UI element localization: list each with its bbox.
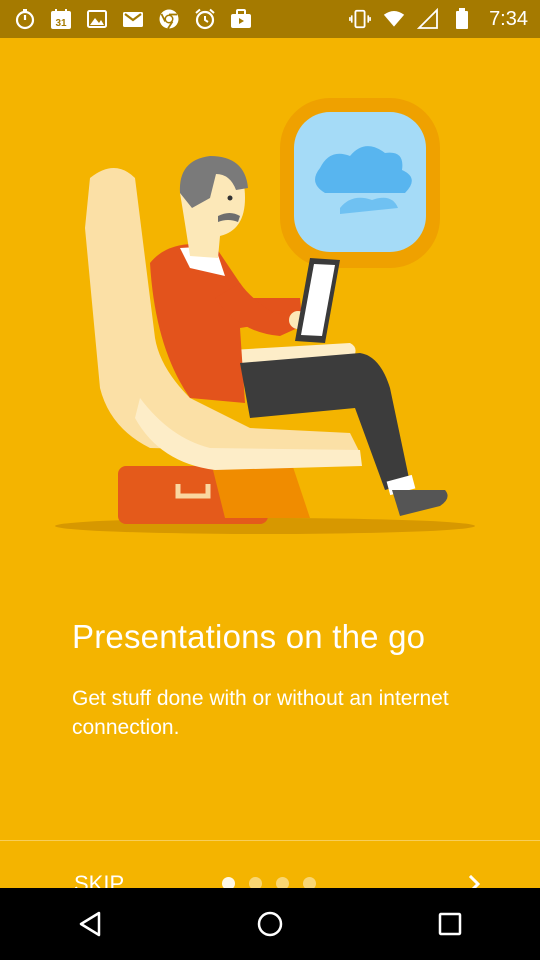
home-button[interactable]	[230, 888, 310, 960]
alarm-icon	[194, 8, 216, 30]
back-button[interactable]	[50, 888, 130, 960]
briefcase-icon	[230, 8, 252, 30]
home-icon	[257, 911, 283, 937]
battery-icon	[451, 8, 473, 30]
navigation-bar	[0, 888, 540, 960]
calendar-icon: 31	[50, 8, 72, 30]
onboarding-page: Presentations on the go Get stuff done w…	[0, 38, 540, 896]
back-icon	[79, 911, 101, 937]
airplane-traveler-illustration	[55, 98, 475, 534]
status-time: 7:34	[489, 7, 528, 30]
chrome-icon	[158, 8, 180, 30]
wifi-icon	[383, 8, 405, 30]
vibrate-icon	[349, 8, 371, 30]
onboarding-title: Presentations on the go	[72, 618, 426, 655]
gallery-icon	[86, 8, 108, 30]
onboarding-description: Get stuff done with or without an intern…	[72, 687, 449, 739]
system-status-icons: 7:34	[349, 8, 528, 31]
status-bar: 31 7:34	[0, 0, 540, 38]
recents-button[interactable]	[410, 888, 490, 960]
traveler-eye	[227, 195, 233, 201]
stopwatch-icon	[14, 8, 36, 30]
recents-icon	[438, 912, 462, 936]
notification-icons: 31	[14, 8, 252, 30]
signal-icon	[417, 8, 439, 30]
traveler-shoe	[392, 490, 448, 516]
footer-divider	[0, 840, 540, 841]
calendar-day-text: 31	[55, 18, 67, 29]
gmail-icon	[122, 8, 144, 30]
